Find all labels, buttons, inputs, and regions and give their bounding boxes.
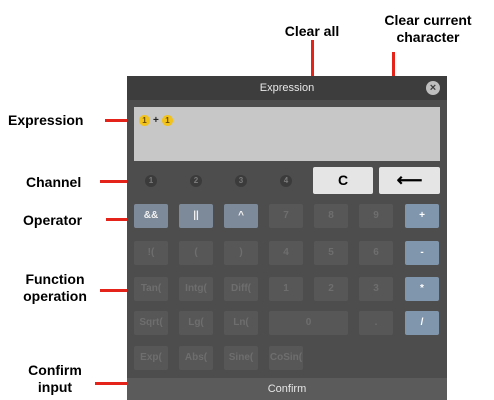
expression-token-channel: 1 xyxy=(162,115,173,126)
not-paren-button[interactable]: !( xyxy=(134,241,168,265)
expression-token-operator: + xyxy=(153,115,159,126)
clear-all-button[interactable]: C xyxy=(313,167,373,194)
operator-annotation: Operator xyxy=(23,212,83,228)
expression-token-channel: 1 xyxy=(139,115,150,126)
or-operator-button[interactable]: || xyxy=(179,204,213,228)
diff-button[interactable]: Diff( xyxy=(224,277,258,301)
confirm-button[interactable]: Confirm xyxy=(127,378,447,400)
clear-current-line1: Clear current xyxy=(384,12,472,28)
clear-all-annotation: Clear all xyxy=(284,23,340,39)
channel-1-button[interactable]: 1 xyxy=(134,170,168,194)
digit-4-button[interactable]: 4 xyxy=(269,241,303,265)
confirm-line1: Confirm xyxy=(28,362,82,378)
digit-8-button[interactable]: 8 xyxy=(314,204,348,228)
digit-3-button[interactable]: 3 xyxy=(359,277,393,301)
confirm-input-annotation: Confirm input xyxy=(15,362,95,396)
intg-button[interactable]: Intg( xyxy=(179,277,213,301)
dialog-titlebar: Expression × xyxy=(127,76,447,100)
function-line1: Function xyxy=(25,271,85,287)
channel-4-button[interactable]: 4 xyxy=(269,170,303,194)
decimal-point-button[interactable]: . xyxy=(359,311,393,335)
channel-2-button[interactable]: 2 xyxy=(179,170,213,194)
digit-1-button[interactable]: 1 xyxy=(269,277,303,301)
expression-display[interactable]: 1 + 1 xyxy=(134,107,440,161)
clear-current-line2: character xyxy=(396,29,460,45)
tan-button[interactable]: Tan( xyxy=(134,277,168,301)
channel-3-button[interactable]: 3 xyxy=(224,170,258,194)
cosine-button[interactable]: CoSin( xyxy=(269,346,303,370)
dialog-title: Expression xyxy=(259,82,315,94)
clear-current-annotation: Clear current character xyxy=(368,12,488,46)
digit-9-button[interactable]: 9 xyxy=(359,204,393,228)
function-line2: operation xyxy=(23,288,87,304)
close-paren-button[interactable]: ) xyxy=(224,241,258,265)
open-paren-button[interactable]: ( xyxy=(179,241,213,265)
exp-button[interactable]: Exp( xyxy=(134,346,168,370)
digit-6-button[interactable]: 6 xyxy=(359,241,393,265)
digit-7-button[interactable]: 7 xyxy=(269,204,303,228)
and-operator-button[interactable]: && xyxy=(134,204,168,228)
divide-button[interactable]: / xyxy=(405,311,439,335)
confirm-line2: input xyxy=(37,379,73,395)
function-operation-annotation: Function operation xyxy=(5,271,105,305)
backspace-button[interactable]: ⟵ xyxy=(379,167,440,194)
lg-button[interactable]: Lg( xyxy=(179,311,213,335)
abs-button[interactable]: Abs( xyxy=(179,346,213,370)
sine-button[interactable]: Sine( xyxy=(224,346,258,370)
minus-button[interactable]: - xyxy=(405,241,439,265)
ln-button[interactable]: Ln( xyxy=(224,311,258,335)
expression-annotation: Expression xyxy=(8,112,84,128)
digit-0-button[interactable]: 0 xyxy=(269,311,348,335)
plus-button[interactable]: + xyxy=(405,204,439,228)
sqrt-button[interactable]: Sqrt( xyxy=(134,311,168,335)
multiply-button[interactable]: * xyxy=(405,277,439,301)
channel-annotation: Channel xyxy=(26,174,82,190)
digit-5-button[interactable]: 5 xyxy=(314,241,348,265)
expression-dialog: Expression × 1 + 1 1 2 3 4 C ⟵ && || ^ 7… xyxy=(127,76,447,400)
close-icon[interactable]: × xyxy=(426,81,440,95)
digit-2-button[interactable]: 2 xyxy=(314,277,348,301)
xor-operator-button[interactable]: ^ xyxy=(224,204,258,228)
